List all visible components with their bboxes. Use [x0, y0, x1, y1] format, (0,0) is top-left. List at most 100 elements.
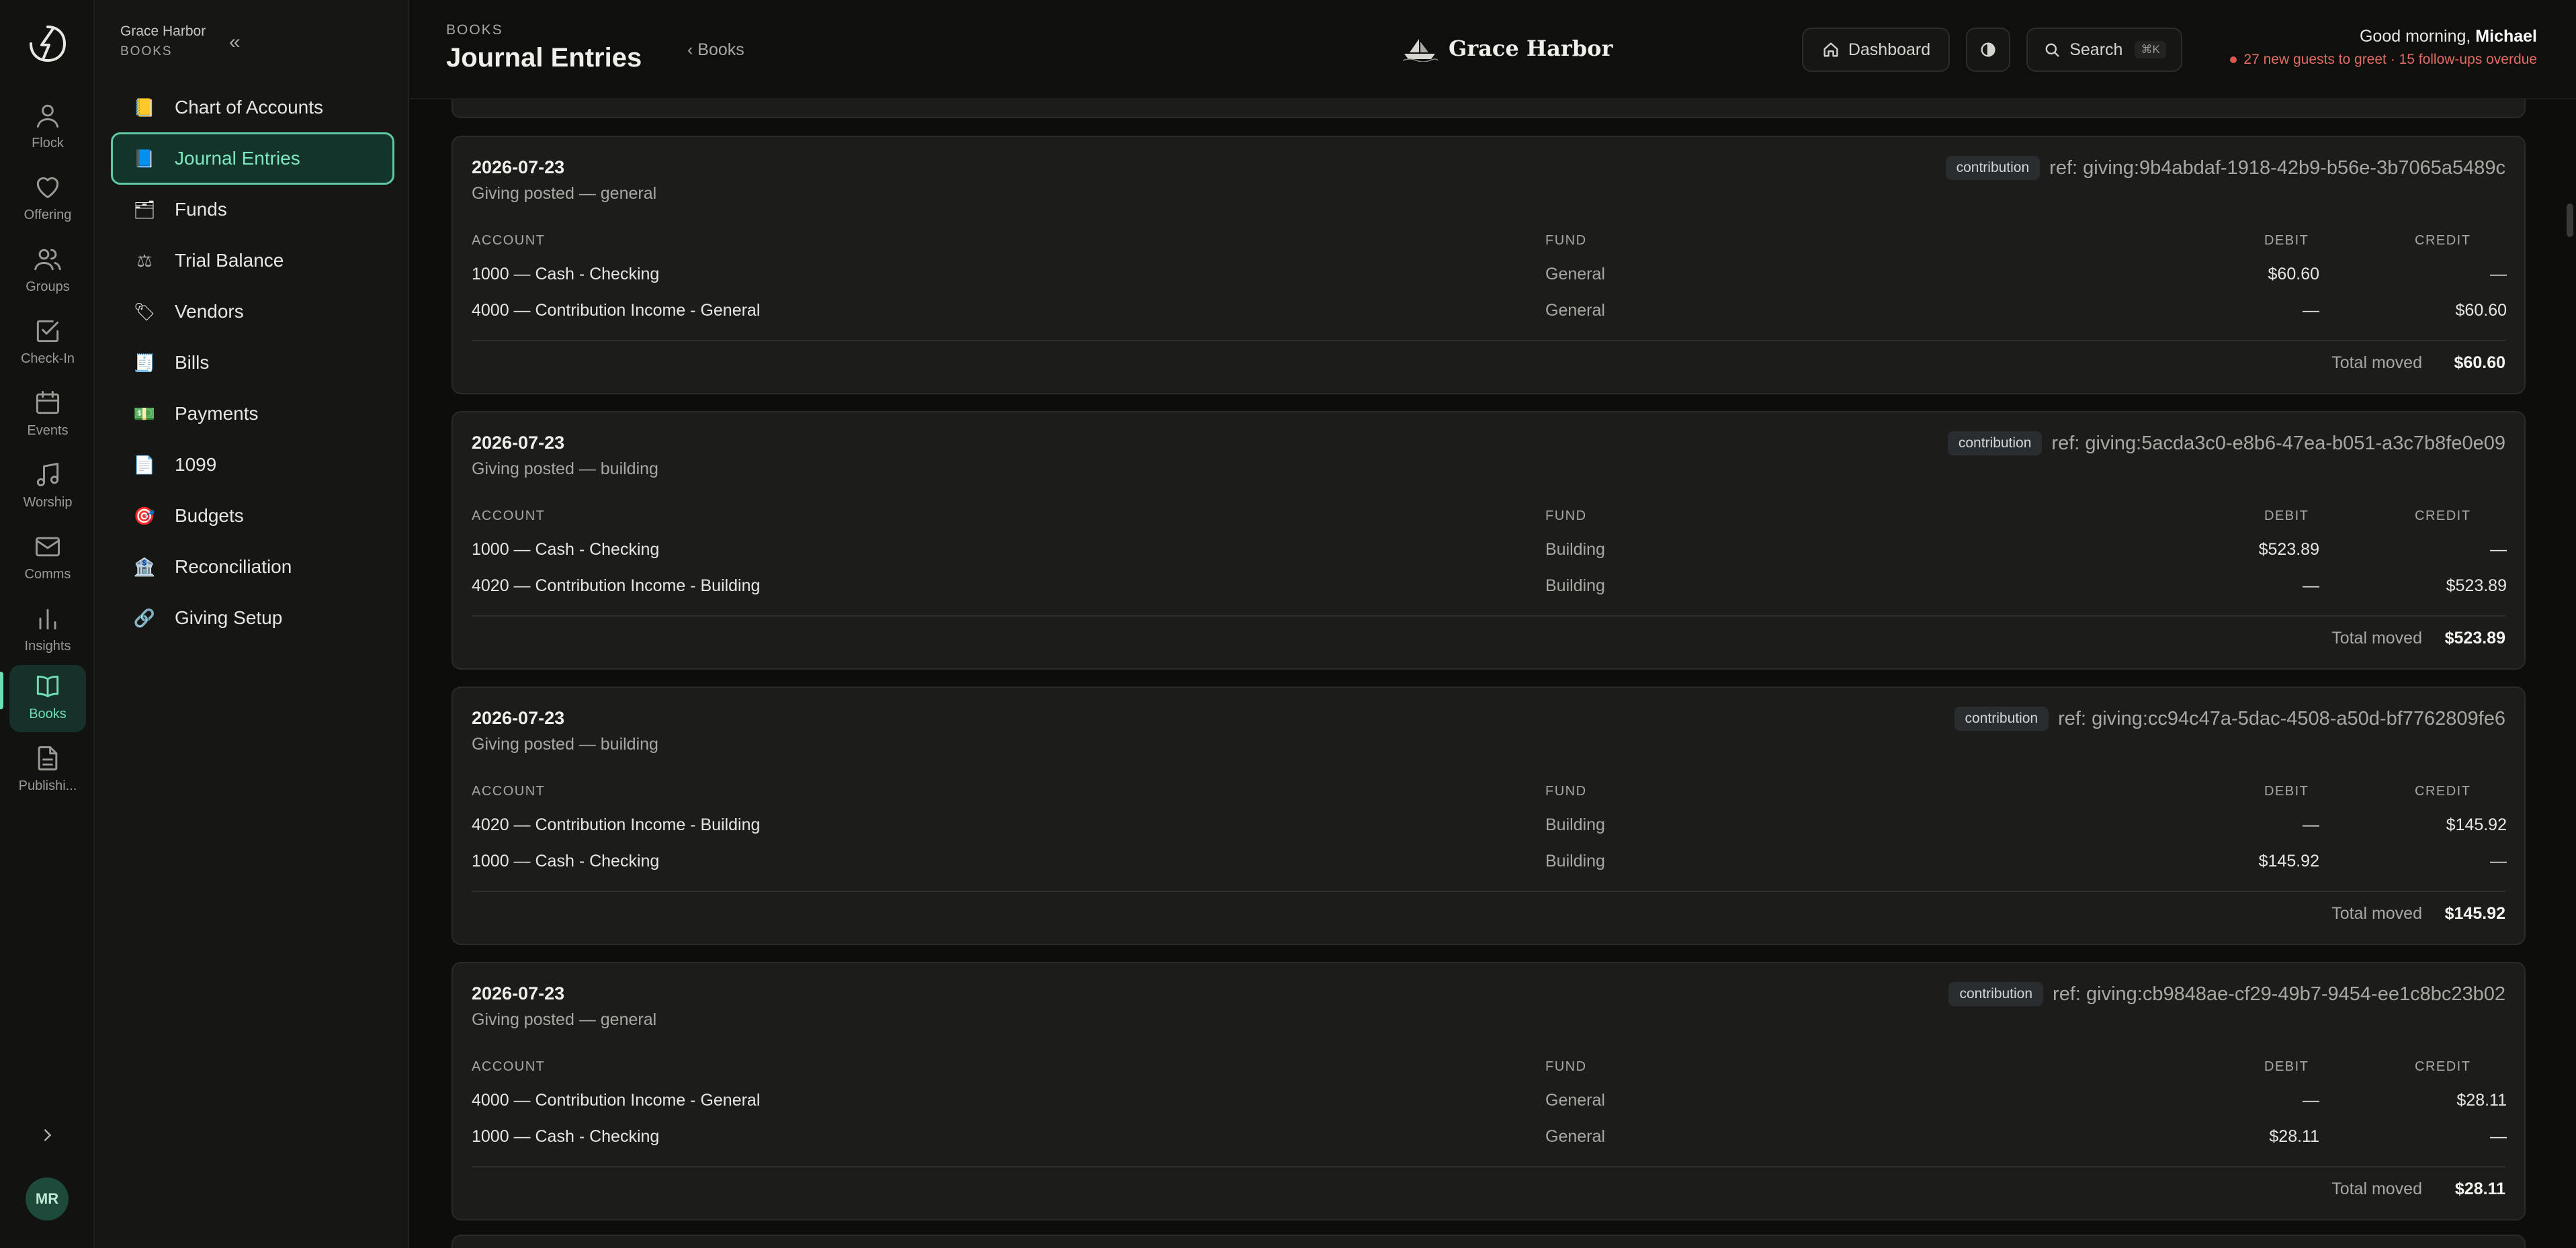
active-indicator [0, 672, 3, 709]
avatar[interactable]: MR [26, 1177, 69, 1220]
heart-icon [36, 177, 59, 199]
search-button[interactable]: Search ⌘K [2026, 28, 2182, 72]
line-fund: Building [1545, 540, 1605, 559]
mail-icon [36, 537, 60, 557]
sidebar-item-1099[interactable]: 📄 1099 [111, 439, 394, 491]
column-header-credit: CREDIT [2415, 784, 2471, 799]
total-label: Total moved [2331, 353, 2422, 372]
column-header-credit: CREDIT [2415, 508, 2471, 523]
collapse-sidebar-button[interactable]: « [229, 31, 241, 54]
org-name: Grace Harbor [120, 24, 206, 39]
journal-entry-card[interactable]: 2026-07-23 Giving posted — building cont… [452, 686, 2526, 945]
column-header-account: ACCOUNT [472, 233, 546, 248]
line-account: 4020 — Contribution Income - Building [472, 576, 761, 595]
divider [472, 1166, 2505, 1167]
line-credit: — [2490, 265, 2507, 283]
line-account: 4020 — Contribution Income - Building [472, 815, 761, 834]
journal-entry-card[interactable]: 2026-07-23 Giving posted — general contr… [452, 962, 2526, 1220]
sidebar-item-payments[interactable]: 💵 Payments [111, 388, 394, 440]
divider [472, 615, 2505, 617]
money-icon: 💵 [133, 403, 156, 424]
sidebar-item-funds[interactable]: 🗂 Funds [111, 183, 394, 236]
scale-icon: ⚖ [136, 250, 153, 271]
theme-toggle-button[interactable] [1966, 28, 2010, 72]
scrollbar-thumb[interactable] [2567, 204, 2573, 237]
greeting-line: Good morning, Michael [2230, 27, 2537, 46]
rail-item-groups[interactable]: Groups [9, 238, 86, 305]
sidebar-item-vendors[interactable]: 🏷 Vendors [111, 285, 394, 338]
entry-date: 2026-07-23 [472, 708, 565, 728]
sidebar-item-reconciliation[interactable]: 🏦 Reconciliation [111, 541, 394, 593]
column-header-account: ACCOUNT [472, 508, 546, 523]
brand[interactable]: Grace Harbor [1400, 35, 1613, 62]
greeting: Good morning, Michael 27 new guests to g… [2230, 27, 2537, 68]
rail-item-publishing[interactable]: Publishi... [9, 737, 86, 804]
alert-line[interactable]: 27 new guests to greet · 15 follow-ups o… [2230, 52, 2537, 68]
books-sidebar: Grace Harbor BOOKS « 📒 Chart of Accounts… [95, 0, 409, 1248]
column-header-account: ACCOUNT [472, 1059, 546, 1074]
total-label: Total moved [2331, 904, 2422, 923]
rail-item-worship[interactable]: Worship [9, 453, 86, 521]
bank-icon: 🏦 [133, 556, 156, 577]
sidebar-item-trial-balance[interactable]: ⚖ Trial Balance [111, 234, 394, 287]
rail-item-events[interactable]: Events [9, 382, 86, 449]
entry-date: 2026-07-23 [472, 433, 565, 453]
total-value: $145.92 [2444, 904, 2505, 923]
sidebar-item-label: Bills [175, 352, 210, 373]
sidebar-item-label: 1099 [175, 454, 217, 475]
line-fund: General [1545, 265, 1605, 283]
journal-entries-list[interactable]: 2026-07-23 Giving posted — general contr… [409, 99, 2576, 1248]
line-fund: Building [1545, 815, 1605, 834]
rail-label: Flock [32, 136, 64, 150]
sidebar-item-label: Reconciliation [175, 556, 292, 577]
fund-folder-icon: 🗂 [133, 199, 156, 220]
back-to-books-link[interactable]: ‹ Books [687, 40, 744, 60]
rail-item-comms[interactable]: Comms [9, 525, 86, 592]
rail-item-offering[interactable]: Offering [9, 166, 86, 233]
entry-meta: contribution ref: giving:cc94c47a-5dac-4… [1954, 707, 2505, 731]
sidebar-item-chart-of-accounts[interactable]: 📒 Chart of Accounts [111, 81, 394, 134]
rail-item-check-in[interactable]: Check-In [9, 310, 86, 377]
line-debit: $60.60 [2268, 265, 2319, 283]
rail-item-flock[interactable]: Flock [9, 94, 86, 161]
column-header-fund: FUND [1545, 508, 1587, 523]
line-credit: — [2490, 852, 2507, 871]
dashboard-button[interactable]: Dashboard [1802, 28, 1950, 72]
rail-label: Events [27, 423, 69, 438]
icon-rail: Flock Offering Groups Check-In Events Wo… [0, 0, 95, 1248]
line-account: 1000 — Cash - Checking [472, 1127, 660, 1146]
entry-meta: contribution ref: giving:5acda3c0-e8b6-4… [1947, 431, 2505, 455]
line-fund: Building [1545, 852, 1605, 871]
form-icon: 📄 [133, 454, 156, 475]
total-value: $523.89 [2444, 629, 2505, 648]
journal-entry-card[interactable]: 2026-07-23 Giving posted — building cont… [452, 411, 2526, 670]
search-shortcut: ⌘K [2135, 41, 2166, 58]
book-icon [36, 675, 59, 698]
greeting-user-name: Michael [2475, 27, 2537, 46]
entry-description: Giving posted — general [472, 1010, 657, 1029]
line-credit: $60.60 [2455, 301, 2507, 320]
app-logo-icon[interactable] [27, 23, 69, 64]
sidebar-item-giving-setup[interactable]: 🔗 Giving Setup [111, 592, 394, 644]
sidebar-item-journal-entries[interactable]: 📘 Journal Entries [111, 132, 394, 185]
total-value: $60.60 [2454, 353, 2505, 372]
expand-rail-button[interactable] [34, 1122, 60, 1149]
sidebar-item-label: Funds [175, 199, 227, 220]
rail-item-insights[interactable]: Insights [9, 597, 86, 664]
entry-description: Giving posted — building [472, 735, 658, 754]
ship-logo-icon [1402, 39, 1439, 62]
rail-label: Check-In [20, 351, 75, 366]
column-header-account: ACCOUNT [472, 784, 546, 799]
sidebar-item-bills[interactable]: 🧾 Bills [111, 337, 394, 389]
journal-entry-card[interactable]: 2026-07-23 Giving posted — general contr… [452, 136, 2526, 394]
column-header-credit: CREDIT [2415, 1059, 2471, 1074]
total-value: $28.11 [2454, 1179, 2505, 1198]
checkbox-icon [36, 320, 59, 343]
rail-label: Offering [24, 208, 72, 222]
sidebar-item-budgets[interactable]: 🎯 Budgets [111, 490, 394, 542]
rail-item-books[interactable]: Books [9, 665, 86, 732]
line-credit: $145.92 [2446, 815, 2507, 834]
greeting-prefix: Good morning, [2359, 27, 2471, 46]
bar-chart-icon [39, 609, 56, 630]
line-fund: General [1545, 1127, 1605, 1146]
